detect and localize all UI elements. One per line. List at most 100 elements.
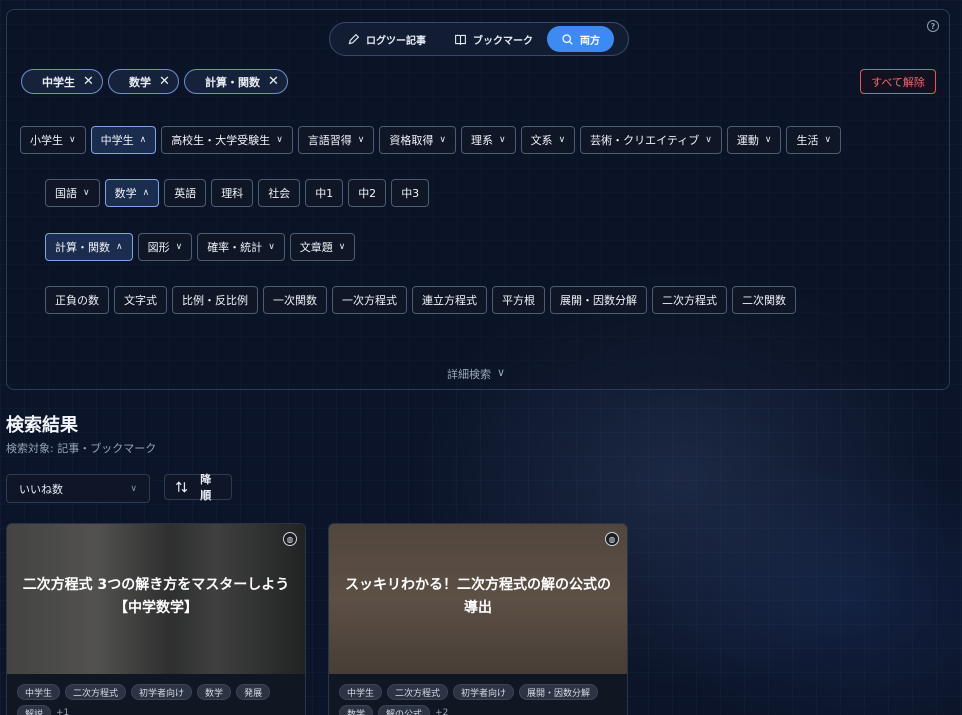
unit-tag[interactable]: 文字式 [114, 286, 167, 314]
topic-word-problems[interactable]: 文章題 ∨ [289, 233, 356, 261]
card-tag[interactable]: 解説 [17, 705, 52, 715]
category-sports[interactable]: 運動 ∨ [726, 126, 782, 154]
tag-label: 文章題 [299, 241, 333, 254]
unit-tag[interactable]: 展開・因数分解 [550, 286, 647, 314]
filter-panel: ? ログツー記事 ブックマーク 両方 中学生 ✕ 数学 ✕ 計算・関数 ✕ すべ… [6, 9, 950, 390]
topic-calculation-functions[interactable]: 計算・関数 ∧ [45, 233, 133, 261]
card-tag[interactable]: 解の公式 [378, 705, 431, 715]
subject-japanese[interactable]: 国語 ∨ [45, 179, 100, 207]
tag-label: 文系 [530, 134, 553, 147]
card-tag[interactable]: 二次方程式 [65, 684, 127, 700]
close-icon[interactable]: ✕ [268, 74, 279, 89]
tag-label: 理系 [470, 134, 493, 147]
card-title[interactable]: スッキリわかる！二次方程式の解の公式の 導出 [339, 574, 617, 620]
grade-2[interactable]: 中2 [348, 179, 387, 207]
category-row-level2: 国語 ∨ 数学 ∧ 英語 理科 社会 中1 中2 中3 [45, 179, 430, 207]
category-certification[interactable]: 資格取得 ∨ [379, 126, 456, 154]
mode-both[interactable]: 両方 [547, 26, 614, 52]
category-high-school[interactable]: 高校生・大学受験生 ∨ [161, 126, 293, 154]
subject-math[interactable]: 数学 ∧ [104, 179, 160, 207]
unit-tag[interactable]: 平方根 [492, 286, 545, 314]
tag-label: 資格取得 [389, 134, 434, 147]
card-tag[interactable]: 数学 [197, 684, 232, 700]
sort-order-button[interactable]: 降順 [164, 473, 232, 502]
card-tag[interactable]: 初学者向け [453, 684, 515, 700]
mode-toggle: ログツー記事 ブックマーク 両方 [329, 22, 629, 56]
topic-probability[interactable]: 確率・統計 ∨ [197, 233, 285, 261]
clear-all-button[interactable]: すべて解除 [860, 69, 936, 94]
subject-social[interactable]: 社会 [258, 179, 301, 207]
subject-science[interactable]: 理科 [211, 179, 254, 207]
tag-label: 英語 [174, 187, 197, 200]
results-title: 検索結果 [6, 415, 78, 436]
category-elementary[interactable]: 小学生 ∨ [20, 126, 86, 154]
book-icon [455, 34, 466, 45]
category-science[interactable]: 理系 ∨ [460, 126, 516, 154]
tag-label: 中1 [315, 187, 334, 200]
card-tags: 中学生 二次方程式 初学者向け 数学 発展 解説 +1 [17, 684, 295, 715]
sort-select[interactable]: いいね数 ∨ [6, 474, 150, 503]
unit-tag[interactable]: 連立方程式 [412, 286, 487, 314]
chevron-down-icon: ∨ [439, 135, 446, 145]
card-title-line: 導出 [464, 600, 492, 616]
unit-tag[interactable]: 二次関数 [732, 286, 796, 314]
chevron-down-icon: ∨ [130, 483, 137, 494]
close-icon[interactable]: ✕ [159, 74, 170, 89]
sort-arrows-icon [175, 481, 188, 493]
chevron-down-icon: ∨ [558, 135, 566, 145]
unit-tag[interactable]: 二次方程式 [652, 286, 727, 314]
mode-bookmarks[interactable]: ブックマーク [440, 26, 547, 52]
category-junior-high[interactable]: 中学生 ∧ [90, 126, 157, 154]
category-life[interactable]: 生活 ∨ [786, 126, 842, 154]
tag-label: 運動 [736, 134, 759, 147]
chevron-down-icon: ∨ [276, 135, 283, 145]
category-row-level3: 計算・関数 ∧ 図形 ∨ 確率・統計 ∨ 文章題 ∨ [45, 233, 356, 261]
card-tag[interactable]: 展開・因数分解 [519, 684, 599, 700]
unit-tag[interactable]: 比例・反比例 [172, 286, 258, 314]
category-row-level4: 正負の数 文字式 比例・反比例 一次関数 一次方程式 連立方程式 平方根 展開・… [45, 286, 796, 314]
detail-search-toggle[interactable]: 詳細検索 ∨ [447, 366, 505, 382]
topic-geometry[interactable]: 図形 ∨ [137, 233, 193, 261]
card-title[interactable]: 二次方程式 3つの解き方をマスターしよう 【中学数学】 [17, 574, 295, 620]
unit-tag[interactable]: 一次方程式 [332, 286, 407, 314]
unit-tag[interactable]: 一次関数 [263, 286, 327, 314]
card-tag[interactable]: 発展 [236, 684, 271, 700]
chevron-down-icon: ∨ [338, 242, 346, 252]
card-tag[interactable]: 中学生 [17, 684, 61, 700]
tag-label: 社会 [268, 187, 291, 200]
chip-label: 中学生 [42, 75, 75, 89]
mode-label: ログツー記事 [366, 35, 426, 47]
card-tag[interactable]: 二次方程式 [387, 684, 449, 700]
tag-label: 芸術・クリエイティブ [590, 134, 700, 147]
card-tag[interactable]: 中学生 [339, 684, 383, 700]
tag-label: 計算・関数 [55, 241, 110, 254]
mode-label: 両方 [580, 35, 600, 47]
more-tags-count: +2 [435, 708, 449, 715]
category-language[interactable]: 言語習得 ∨ [297, 126, 375, 154]
category-humanities[interactable]: 文系 ∨ [520, 126, 576, 154]
chevron-down-icon: ∨ [497, 366, 506, 379]
article-card[interactable]: ◍ 二次方程式 3つの解き方をマスターしよう 【中学数学】 中学生 二次方程式 … [6, 523, 306, 715]
grade-3[interactable]: 中3 [391, 179, 430, 207]
search-icon [562, 33, 573, 45]
tag-label: 小学生 [30, 134, 63, 147]
more-tags-count: +1 [56, 708, 70, 715]
active-filter-chip: 中学生 ✕ [21, 69, 103, 94]
chevron-down-icon: ∨ [69, 135, 76, 145]
mode-logtwo-articles[interactable]: ログツー記事 [333, 26, 440, 52]
category-row-level1: 小学生 ∨ 中学生 ∧ 高校生・大学受験生 ∨ 言語習得 ∨ 資格取得 ∨ 理系 ∨ 文系 ∨… [20, 126, 842, 154]
chevron-down-icon: ∨ [268, 242, 275, 252]
chevron-down-icon: ∨ [764, 135, 772, 145]
chevron-up-icon: ∧ [116, 242, 123, 252]
card-tag[interactable]: 初学者向け [131, 684, 193, 700]
help-icon[interactable]: ? [927, 20, 939, 32]
subject-english[interactable]: 英語 [164, 179, 207, 207]
close-icon[interactable]: ✕ [83, 74, 94, 89]
card-tag[interactable]: 数学 [339, 705, 374, 715]
chevron-down-icon: ∨ [705, 135, 712, 145]
category-arts[interactable]: 芸術・クリエイティブ ∨ [580, 126, 722, 154]
article-card[interactable]: ◍ スッキリわかる！二次方程式の解の公式の 導出 中学生 二次方程式 初学者向け… [328, 523, 628, 715]
grade-1[interactable]: 中1 [305, 179, 344, 207]
chevron-up-icon: ∧ [139, 135, 147, 145]
unit-tag[interactable]: 正負の数 [45, 286, 109, 314]
